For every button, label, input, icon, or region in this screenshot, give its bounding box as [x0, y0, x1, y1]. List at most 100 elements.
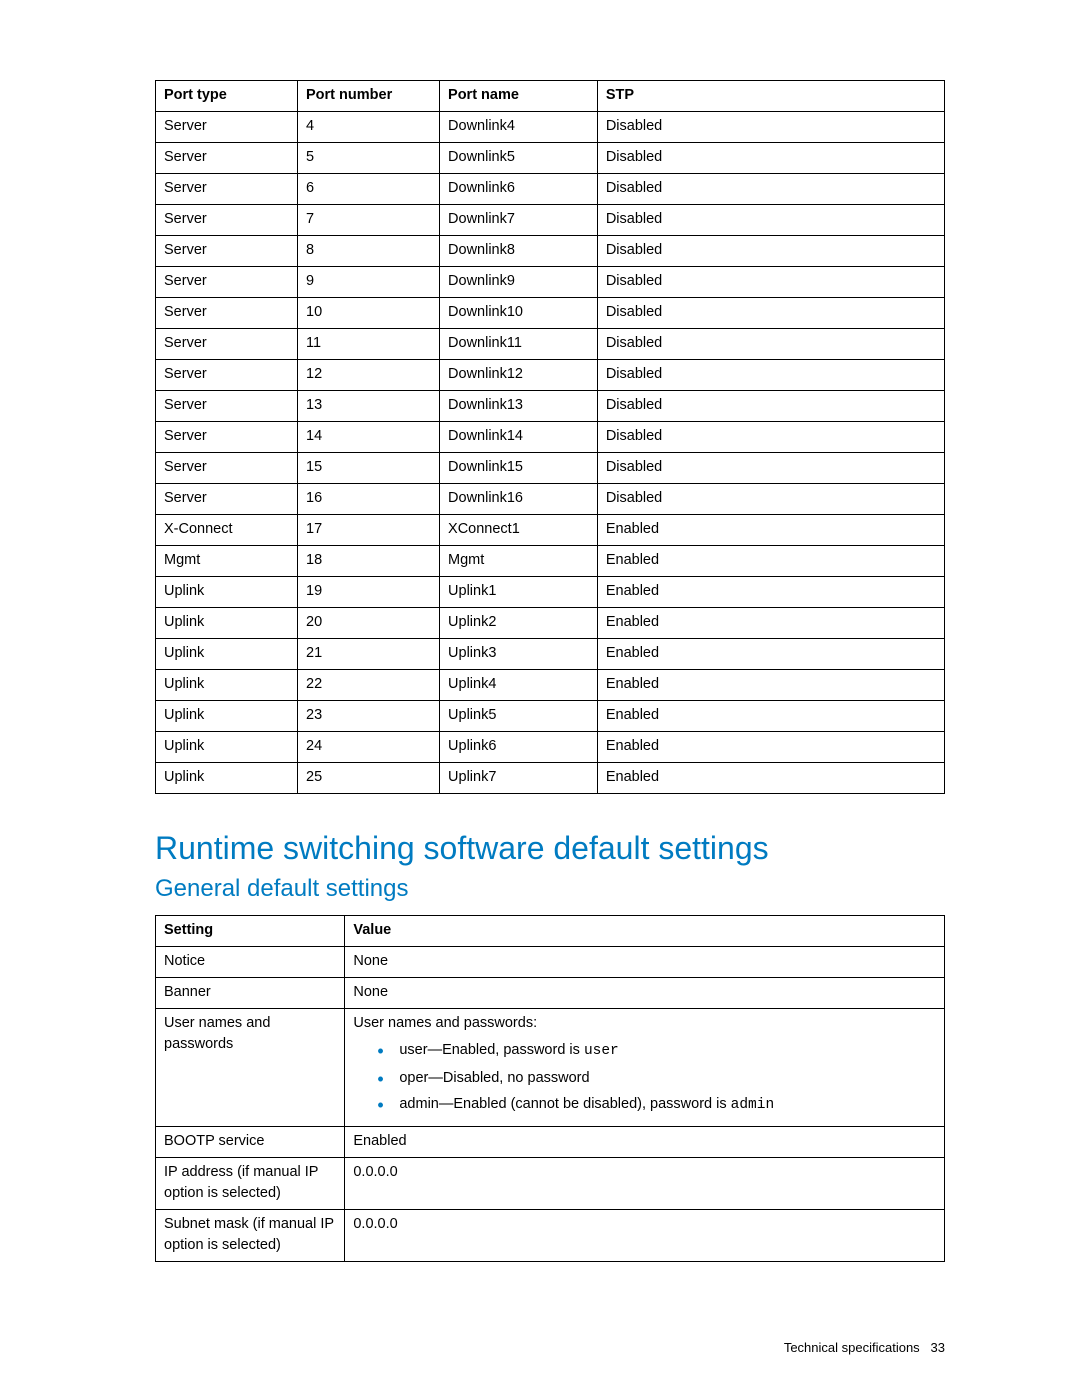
setting-cell: IP address (if manual IP option is selec…	[156, 1158, 345, 1210]
settings-table-header-row: Setting Value	[156, 916, 945, 947]
table-row: Server8Downlink8Disabled	[156, 236, 945, 267]
table-row: Server7Downlink7Disabled	[156, 205, 945, 236]
ports-table-header-row: Port type Port number Port name STP	[156, 81, 945, 112]
table-cell: Uplink	[156, 701, 298, 732]
table-cell: Disabled	[597, 112, 944, 143]
table-cell: Uplink7	[440, 763, 598, 794]
table-row: Uplink24Uplink6Enabled	[156, 732, 945, 763]
table-cell: Downlink13	[440, 391, 598, 422]
setting-cell: Notice	[156, 947, 345, 978]
list-item: oper—Disabled, no password	[377, 1068, 936, 1088]
table-cell: 10	[298, 298, 440, 329]
table-cell: Downlink5	[440, 143, 598, 174]
table-cell: Downlink4	[440, 112, 598, 143]
setting-cell: Banner	[156, 978, 345, 1009]
table-cell: Mgmt	[156, 546, 298, 577]
table-cell: Enabled	[597, 732, 944, 763]
table-cell: Disabled	[597, 391, 944, 422]
table-cell: 9	[298, 267, 440, 298]
ports-header-number: Port number	[298, 81, 440, 112]
table-cell: Uplink6	[440, 732, 598, 763]
table-cell: 12	[298, 360, 440, 391]
table-cell: Server	[156, 143, 298, 174]
value-cell: User names and passwords:user—Enabled, p…	[345, 1009, 945, 1127]
table-cell: 25	[298, 763, 440, 794]
table-cell: 17	[298, 515, 440, 546]
table-row: Server10Downlink10Disabled	[156, 298, 945, 329]
table-cell: Uplink	[156, 670, 298, 701]
table-cell: Downlink15	[440, 453, 598, 484]
table-cell: 7	[298, 205, 440, 236]
table-cell: 8	[298, 236, 440, 267]
table-cell: 11	[298, 329, 440, 360]
subsection-heading: General default settings	[155, 875, 945, 903]
table-cell: Server	[156, 360, 298, 391]
bullet-prefix: admin—Enabled (cannot be disabled), pass…	[399, 1096, 730, 1112]
settings-header-value: Value	[345, 916, 945, 947]
table-cell: Disabled	[597, 484, 944, 515]
table-cell: Server	[156, 267, 298, 298]
table-row: Uplink25Uplink7Enabled	[156, 763, 945, 794]
table-cell: Uplink	[156, 639, 298, 670]
table-cell: Server	[156, 112, 298, 143]
table-cell: Downlink10	[440, 298, 598, 329]
bullet-prefix: user—Enabled, password is	[399, 1042, 584, 1058]
page-footer: Technical specifications 33	[784, 1340, 945, 1355]
table-cell: Uplink1	[440, 577, 598, 608]
table-cell: 20	[298, 608, 440, 639]
value-cell: None	[345, 978, 945, 1009]
table-cell: Mgmt	[440, 546, 598, 577]
table-cell: 15	[298, 453, 440, 484]
table-cell: 5	[298, 143, 440, 174]
table-cell: Downlink12	[440, 360, 598, 391]
table-cell: 4	[298, 112, 440, 143]
table-row: Server5Downlink5Disabled	[156, 143, 945, 174]
table-cell: XConnect1	[440, 515, 598, 546]
table-cell: 14	[298, 422, 440, 453]
ports-header-name: Port name	[440, 81, 598, 112]
table-cell: Disabled	[597, 360, 944, 391]
ports-header-type: Port type	[156, 81, 298, 112]
value-bullets: user—Enabled, password is useroper—Disab…	[377, 1040, 936, 1115]
table-cell: Enabled	[597, 515, 944, 546]
ports-header-stp: STP	[597, 81, 944, 112]
table-cell: 24	[298, 732, 440, 763]
table-cell: Disabled	[597, 174, 944, 205]
table-cell: Downlink8	[440, 236, 598, 267]
ports-table: Port type Port number Port name STP Serv…	[155, 80, 945, 794]
table-cell: Server	[156, 205, 298, 236]
table-cell: Uplink	[156, 763, 298, 794]
table-cell: Server	[156, 298, 298, 329]
list-item: admin—Enabled (cannot be disabled), pass…	[377, 1094, 936, 1115]
settings-table: Setting Value NoticeNoneBannerNoneUser n…	[155, 915, 945, 1262]
table-cell: Downlink9	[440, 267, 598, 298]
table-row: Server6Downlink6Disabled	[156, 174, 945, 205]
table-row: BOOTP serviceEnabled	[156, 1127, 945, 1158]
table-row: BannerNone	[156, 978, 945, 1009]
table-cell: Enabled	[597, 639, 944, 670]
settings-header-setting: Setting	[156, 916, 345, 947]
table-row: Server16Downlink16Disabled	[156, 484, 945, 515]
table-cell: Uplink5	[440, 701, 598, 732]
table-cell: Enabled	[597, 763, 944, 794]
table-cell: 19	[298, 577, 440, 608]
table-row: X-Connect17XConnect1Enabled	[156, 515, 945, 546]
table-cell: Enabled	[597, 577, 944, 608]
table-cell: Disabled	[597, 267, 944, 298]
table-cell: Enabled	[597, 608, 944, 639]
table-cell: Server	[156, 453, 298, 484]
table-cell: Server	[156, 391, 298, 422]
table-cell: Downlink6	[440, 174, 598, 205]
table-cell: Disabled	[597, 422, 944, 453]
table-cell: Server	[156, 236, 298, 267]
table-cell: Uplink4	[440, 670, 598, 701]
value-cell: 0.0.0.0	[345, 1158, 945, 1210]
bullet-mono: admin	[731, 1097, 775, 1113]
table-row: Server12Downlink12Disabled	[156, 360, 945, 391]
table-row: NoticeNone	[156, 947, 945, 978]
setting-cell: BOOTP service	[156, 1127, 345, 1158]
table-row: Subnet mask (if manual IP option is sele…	[156, 1210, 945, 1262]
table-row: Server14Downlink14Disabled	[156, 422, 945, 453]
setting-cell: User names and passwords	[156, 1009, 345, 1127]
table-cell: 23	[298, 701, 440, 732]
